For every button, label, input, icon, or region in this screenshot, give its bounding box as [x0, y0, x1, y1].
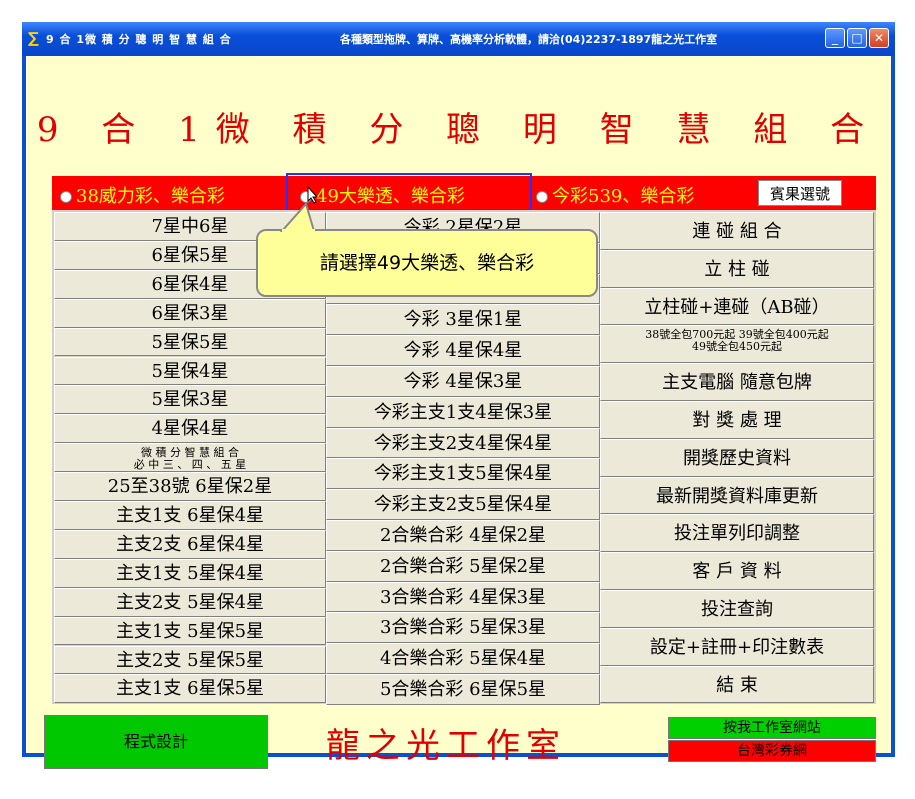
instruction-tooltip: 請選擇49大樂透、樂合彩 [256, 229, 598, 297]
radio-circle-icon [536, 191, 548, 203]
minimize-button[interactable]: _ [825, 28, 845, 48]
col3-button-2[interactable]: 立柱碰+連碰（AB碰） [600, 287, 874, 326]
col3-button-11[interactable]: 設定+註冊+印注數表 [600, 627, 874, 666]
radio-label: 今彩539、樂合彩 [552, 186, 695, 207]
col1-button-14[interactable]: 主支1支 5星保5星 [54, 616, 326, 646]
col2-button-6[interactable]: 今彩主支1支4星保3星 [326, 396, 600, 428]
col3-button-7[interactable]: 最新開獎資料庫更新 [600, 476, 874, 515]
col2-button-4[interactable]: 今彩 4星保4星 [326, 335, 600, 366]
title-bar[interactable]: ∑ 9 合 1微 積 分 聰 明 智 慧 組 合 各種類型拖牌、算牌、高機率分析… [22, 22, 895, 56]
col2-button-7[interactable]: 今彩主支2支4星保4星 [326, 427, 600, 459]
col1-button-4[interactable]: 5星保5星 [54, 327, 326, 357]
sigma-app-icon: ∑ [28, 29, 39, 47]
main-heading: 9 合 1微 積 分 聰 明 智 慧 組 合 [36, 110, 881, 150]
window-title: 9 合 1微 積 分 聰 明 智 慧 組 合 [46, 33, 232, 46]
bingo-pick-button[interactable]: 賓果選號 [758, 180, 842, 206]
col1-button-5[interactable]: 5星保4星 [54, 356, 326, 386]
maximize-button[interactable]: □ [847, 28, 867, 48]
col3-button-5[interactable]: 對 獎 處 理 [600, 401, 874, 439]
col1-button-12[interactable]: 主支1支 5星保4星 [54, 558, 326, 588]
col1-button-13[interactable]: 主支2支 5星保4星 [54, 587, 326, 617]
col1-button-8[interactable]: 微 積 分 智 慧 組 合必 中 三 、 四 、 五 星 [54, 443, 326, 473]
radio-38-lottery[interactable]: 38威力彩、樂合彩 [60, 182, 225, 208]
col2-button-3[interactable]: 今彩 3星保1星 [326, 304, 600, 336]
close-button[interactable]: ✕ [869, 28, 889, 48]
client-area: 9 合 1微 積 分 聰 明 智 慧 組 合 38威力彩、樂合彩 49大樂透、樂… [26, 56, 891, 769]
col1-button-16[interactable]: 主支1支 6星保5星 [54, 674, 326, 704]
col3-button-4[interactable]: 主支電腦 隨意包牌 [600, 363, 874, 401]
col3-button-8[interactable]: 投注單列印調整 [600, 514, 874, 553]
radio-539-lottery[interactable]: 今彩539、樂合彩 [536, 182, 694, 208]
col1-button-11[interactable]: 主支2支 6星保4星 [54, 529, 326, 559]
col3-button-6[interactable]: 開獎歷史資料 [600, 438, 874, 477]
button-text-line: 49號全包450元起 [692, 340, 782, 354]
col1-button-3[interactable]: 6星保3星 [54, 298, 326, 328]
program-design-button[interactable]: 程式設計 [44, 715, 268, 769]
col3-button-10[interactable]: 投注查詢 [600, 590, 874, 628]
col1-button-9[interactable]: 25至38號 6星保2星 [54, 472, 326, 501]
col2-button-12[interactable]: 3合樂合彩 4星保3星 [326, 581, 600, 613]
col3-button-9[interactable]: 客 戶 資 料 [600, 552, 874, 590]
selection-highlight [286, 173, 532, 211]
studio-name: 龍之光工作室 [326, 726, 566, 766]
col2-button-15[interactable]: 5合樂合彩 6星保5星 [326, 674, 600, 705]
col3-button-3[interactable]: 38號全包700元起 39號全包400元起 49號全包450元起 [600, 325, 874, 364]
col2-button-14[interactable]: 4合樂合彩 5星保4星 [326, 643, 600, 674]
col1-button-7[interactable]: 4星保4星 [54, 414, 326, 444]
col2-button-13[interactable]: 3合樂合彩 5星保3星 [326, 612, 600, 644]
col2-button-10[interactable]: 2合樂合彩 4星保2星 [326, 520, 600, 551]
radio-label: 38威力彩、樂合彩 [76, 186, 225, 207]
col3-button-1[interactable]: 立 柱 碰 [600, 249, 874, 288]
app-window: ∑ 9 合 1微 積 分 聰 明 智 慧 組 合 各種類型拖牌、算牌、高機率分析… [22, 22, 895, 769]
col2-button-8[interactable]: 今彩主支1支5星保4星 [326, 458, 600, 490]
studio-website-link[interactable]: 按我工作室網站 [668, 717, 876, 739]
col2-button-11[interactable]: 2合樂合彩 5星保2星 [326, 550, 600, 582]
tooltip-pointer-icon [280, 202, 316, 232]
col1-button-15[interactable]: 主支2支 5星保5星 [54, 645, 326, 675]
radio-circle-icon [60, 191, 72, 203]
col2-button-5[interactable]: 今彩 4星保3星 [326, 366, 600, 397]
window-subtitle: 各種類型拖牌、算牌、高機率分析軟體，請洽(04)2237-1897龍之光工作室 [340, 33, 718, 46]
col3-button-12[interactable]: 結 束 [600, 665, 874, 704]
col3-button-0[interactable]: 連 碰 組 合 [600, 212, 874, 250]
col1-button-6[interactable]: 5星保3星 [54, 385, 326, 415]
button-text-line: 必 中 三 、 四 、 五 星 [133, 458, 247, 472]
col1-button-10[interactable]: 主支1支 6星保4星 [54, 501, 326, 530]
col2-button-9[interactable]: 今彩主支2支5星保4星 [326, 489, 600, 520]
taiwan-lottery-link[interactable]: 台灣彩券網 [668, 740, 876, 762]
